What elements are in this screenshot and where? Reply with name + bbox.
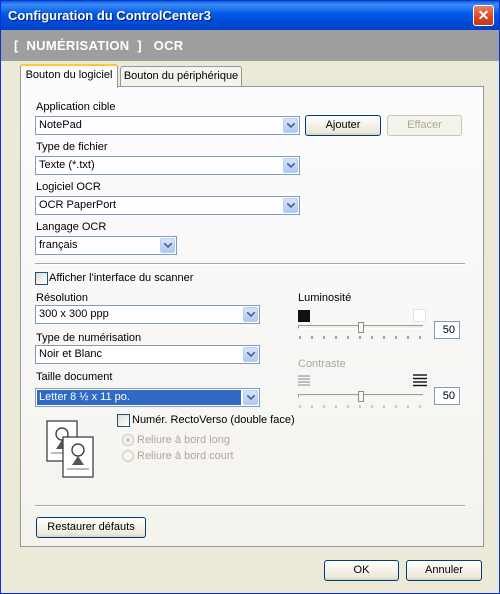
separator <box>35 505 465 507</box>
target-app-label: Application cible <box>36 101 116 113</box>
light-square-icon <box>413 309 426 322</box>
low-contrast-icon <box>298 375 310 386</box>
tab-software-button[interactable]: Bouton du logiciel <box>20 64 118 88</box>
brightness-slider-ticks <box>299 336 421 339</box>
title-bar[interactable]: Configuration du ControlCenter3 ✕ <box>1 1 499 30</box>
ocr-language-label: Langage OCR <box>36 221 107 233</box>
close-button[interactable]: ✕ <box>473 5 494 26</box>
scan-type-label: Type de numérisation <box>36 332 142 344</box>
ocr-language-value: français <box>39 239 78 251</box>
duplex-document-icon <box>45 419 97 481</box>
target-app-select[interactable]: NotePad <box>35 116 300 135</box>
short-edge-radio[interactable] <box>122 450 134 462</box>
target-app-value: NotePad <box>39 119 82 131</box>
high-contrast-icon <box>413 374 427 387</box>
show-scanner-ui-checkbox[interactable] <box>35 272 48 285</box>
ok-button[interactable]: OK <box>324 560 399 581</box>
chevron-down-icon[interactable] <box>283 198 298 213</box>
brightness-label: Luminosité <box>298 292 352 304</box>
dark-square-icon <box>298 310 310 322</box>
brightness-slider-thumb[interactable] <box>358 322 364 333</box>
file-type-value: Texte (*.txt) <box>39 159 95 171</box>
document-size-label: Taille document <box>36 371 113 383</box>
chevron-down-icon[interactable] <box>283 158 298 173</box>
document-size-value: Letter 8 ½ x 11 po. <box>37 390 241 405</box>
file-type-select[interactable]: Texte (*.txt) <box>35 156 300 175</box>
brightness-value-field[interactable]: 50 <box>434 321 460 339</box>
ocr-software-label: Logiciel OCR <box>36 181 101 193</box>
show-scanner-ui-label: Afficher l'interface du scanner <box>49 272 194 284</box>
delete-button[interactable]: Effacer <box>387 115 462 136</box>
resolution-select[interactable]: 300 x 300 ppp <box>35 305 260 324</box>
contrast-slider-thumb[interactable] <box>358 391 364 402</box>
document-size-select[interactable]: Letter 8 ½ x 11 po. <box>35 388 260 407</box>
add-button[interactable]: Ajouter <box>305 115 381 136</box>
cancel-button[interactable]: Annuler <box>406 560 482 581</box>
long-edge-label: Reliure à bord long <box>137 434 230 446</box>
separator <box>35 263 465 265</box>
chevron-down-icon[interactable] <box>160 238 175 253</box>
long-edge-radio[interactable] <box>122 434 134 446</box>
resolution-value: 300 x 300 ppp <box>39 308 109 320</box>
tab-device-button[interactable]: Bouton du périphérique <box>120 66 242 86</box>
section-header: [ NUMÉRISATION ] OCR <box>1 30 499 61</box>
restore-defaults-button[interactable]: Restaurer défauts <box>36 517 146 538</box>
duplex-scan-label: Numér. RectoVerso (double face) <box>132 414 295 426</box>
short-edge-label: Reliure à bord court <box>137 450 234 462</box>
file-type-label: Type de fichier <box>36 141 108 153</box>
ocr-software-value: OCR PaperPort <box>39 199 117 211</box>
chevron-down-icon[interactable] <box>283 118 298 133</box>
tab-label: Bouton du logiciel <box>25 69 113 81</box>
window-title: Configuration du ControlCenter3 <box>8 8 211 23</box>
contrast-value-field[interactable]: 50 <box>434 387 460 405</box>
scan-type-select[interactable]: Noir et Blanc <box>35 345 260 364</box>
duplex-scan-checkbox[interactable] <box>117 414 130 427</box>
ocr-language-select[interactable]: français <box>35 236 177 255</box>
contrast-slider-ticks <box>299 405 421 408</box>
dialog-window: Configuration du ControlCenter3 ✕ [ NUMÉ… <box>0 0 500 594</box>
contrast-label: Contraste <box>298 358 346 370</box>
chevron-down-icon[interactable] <box>243 390 258 405</box>
ocr-software-select[interactable]: OCR PaperPort <box>35 196 300 215</box>
tab-label: Bouton du périphérique <box>123 70 239 82</box>
section-title: [ NUMÉRISATION ] OCR <box>14 38 184 53</box>
chevron-down-icon[interactable] <box>243 307 258 322</box>
chevron-down-icon[interactable] <box>243 347 258 362</box>
resolution-label: Résolution <box>36 292 88 304</box>
scan-type-value: Noir et Blanc <box>39 348 102 360</box>
